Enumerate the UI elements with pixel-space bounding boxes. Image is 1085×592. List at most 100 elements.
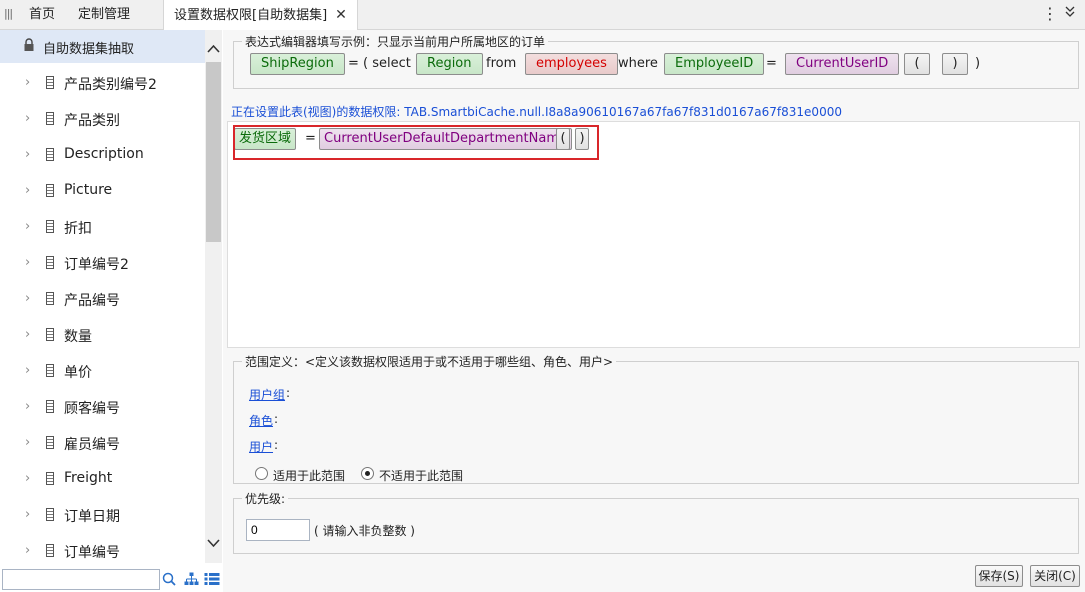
chevron-right-icon[interactable]: ›	[25, 471, 30, 486]
example-rparen-token[interactable]: )	[942, 53, 968, 75]
scroll-up-icon[interactable]	[207, 42, 220, 56]
field-icon	[46, 112, 54, 125]
tab-home[interactable]: 首页	[29, 0, 55, 30]
not-apply-scope-radio[interactable]	[361, 467, 374, 480]
search-icon[interactable]	[162, 572, 176, 590]
example-lparen-token[interactable]: (	[904, 53, 930, 75]
apply-scope-radio[interactable]	[255, 467, 268, 480]
field-tree: 自助数据集抽取 › 产品类别编号2 › 产品类别 › Description › Pictur…	[0, 30, 223, 563]
more-options-icon[interactable]: ⋮	[1042, 4, 1058, 24]
user-group-link[interactable]: 用户组	[249, 386, 285, 403]
tree-item[interactable]: › 订单日期	[0, 497, 205, 533]
example-employeeid-token[interactable]: EmployeeID	[664, 53, 765, 75]
tree-scrollbar[interactable]	[205, 30, 222, 563]
close-button[interactable]: 关闭(C)	[1030, 565, 1080, 587]
chevron-right-icon[interactable]: ›	[25, 435, 30, 450]
tree-item-label: Description	[64, 146, 144, 162]
tab-custom-management[interactable]: 定制管理	[78, 0, 130, 30]
tree-item-label: 顾客编号	[64, 401, 120, 417]
field-icon	[46, 292, 54, 305]
tree-item-label: Picture	[64, 182, 113, 198]
tree-item[interactable]: › Description	[0, 137, 205, 173]
chevron-right-icon[interactable]: ›	[25, 147, 30, 162]
tab-bar: ||| 首页 定制管理 设置数据权限[自助数据集] ✕ ⋮	[0, 0, 1085, 31]
scroll-thumb[interactable]	[206, 62, 221, 242]
example-eq: =	[348, 56, 359, 71]
tree-item-label: Freight	[64, 470, 113, 486]
tree-item-label: 雇员编号	[64, 437, 120, 453]
example-employees-token[interactable]: employees	[525, 53, 618, 75]
example-legend: 表达式编辑器填写示例：只显示当前用户所属地区的订单	[245, 35, 546, 49]
field-icon	[46, 328, 54, 341]
tree-item[interactable]: › 产品类别	[0, 101, 205, 137]
tree-item[interactable]: › 单价	[0, 353, 205, 389]
tree-item-label: 单价	[64, 365, 92, 381]
chevron-right-icon[interactable]: ›	[25, 543, 30, 558]
tree-view-icon[interactable]	[184, 572, 199, 590]
field-icon	[46, 472, 54, 485]
example-close: )	[975, 56, 981, 71]
example-currentuserid-token[interactable]: CurrentUserID	[785, 53, 900, 75]
role-colon: :	[274, 412, 279, 426]
chevron-right-icon[interactable]: ›	[25, 507, 30, 522]
save-button[interactable]: 保存(S)	[975, 565, 1023, 587]
scroll-down-icon[interactable]	[207, 537, 220, 551]
role-link[interactable]: 角色	[249, 412, 273, 429]
tree-item[interactable]: › 订单编号2	[0, 245, 205, 281]
tree-item[interactable]: › 数量	[0, 317, 205, 353]
close-icon[interactable]: ✕	[335, 7, 347, 23]
field-icon	[46, 76, 54, 89]
field-icon	[46, 544, 54, 557]
tree-item-label: 订单编号2	[64, 257, 129, 273]
chevron-right-icon[interactable]: ›	[25, 183, 30, 198]
user-colon: :	[274, 438, 279, 452]
tree-item-label: 产品编号	[64, 293, 120, 309]
field-icon	[46, 508, 54, 521]
example-shipregion-token[interactable]: ShipRegion	[250, 53, 345, 75]
chevron-right-icon[interactable]: ›	[25, 75, 30, 90]
priority-input[interactable]	[246, 519, 310, 541]
tree-item[interactable]: › 雇员编号	[0, 425, 205, 461]
scope-fieldset: 范围定义：<定义该数据权限适用于或不适用于哪些组、角色、用户>	[233, 353, 1079, 484]
tree-item-label: 数量	[64, 329, 92, 345]
field-icon	[46, 256, 54, 269]
chevron-right-icon[interactable]: ›	[25, 399, 30, 414]
tree-item-label: 产品类别编号2	[64, 77, 157, 93]
tree-item[interactable]: › 顾客编号	[0, 389, 205, 425]
chevron-right-icon[interactable]: ›	[25, 327, 30, 342]
field-icon	[46, 184, 54, 197]
highlight-box	[233, 125, 599, 160]
field-icon	[46, 148, 54, 161]
chevron-right-icon[interactable]: ›	[25, 111, 30, 126]
example-region-token[interactable]: Region	[416, 53, 483, 75]
user-link[interactable]: 用户	[249, 438, 273, 455]
example-eq2: =	[766, 56, 777, 71]
tree-root-node[interactable]: 自助数据集抽取	[0, 30, 205, 63]
priority-hint: ( 请输入非负整数 )	[314, 524, 415, 538]
list-view-icon[interactable]	[204, 572, 220, 590]
tree-item[interactable]: › Picture	[0, 173, 205, 209]
example-open-select: ( select	[363, 56, 411, 71]
status-line: 正在设置此表(视图)的数据权限: TAB.SmartbiCache.null.I…	[231, 105, 842, 119]
tree-item[interactable]: › 产品类别编号2	[0, 65, 205, 101]
field-icon	[46, 220, 54, 233]
tree-item-label: 产品类别	[64, 113, 120, 129]
expression-editor[interactable]: 发货区域 = CurrentUserDefaultDepartmentName …	[227, 121, 1080, 348]
chevron-right-icon[interactable]: ›	[25, 291, 30, 306]
tree-item-label: 订单编号	[64, 545, 120, 561]
tree-item[interactable]: › 折扣	[0, 209, 205, 245]
collapse-arrows-icon[interactable]	[1063, 4, 1079, 24]
chevron-right-icon[interactable]: ›	[25, 255, 30, 270]
tabs-menu-icon[interactable]: |||	[4, 7, 13, 20]
tree-search-input[interactable]	[2, 569, 160, 590]
tree-item[interactable]: › 产品编号	[0, 281, 205, 317]
field-icon	[46, 400, 54, 413]
user-group-colon: :	[286, 386, 291, 400]
chevron-right-icon[interactable]: ›	[25, 219, 30, 234]
tree-item[interactable]: › 订单编号	[0, 533, 205, 563]
apply-scope-label: 适用于此范围	[273, 469, 346, 483]
chevron-right-icon[interactable]: ›	[25, 363, 30, 378]
not-apply-scope-label: 不适用于此范围	[379, 469, 464, 483]
tree-item[interactable]: › Freight	[0, 461, 205, 497]
tab-set-data-permission[interactable]: 设置数据权限[自助数据集] ✕	[163, 0, 358, 31]
